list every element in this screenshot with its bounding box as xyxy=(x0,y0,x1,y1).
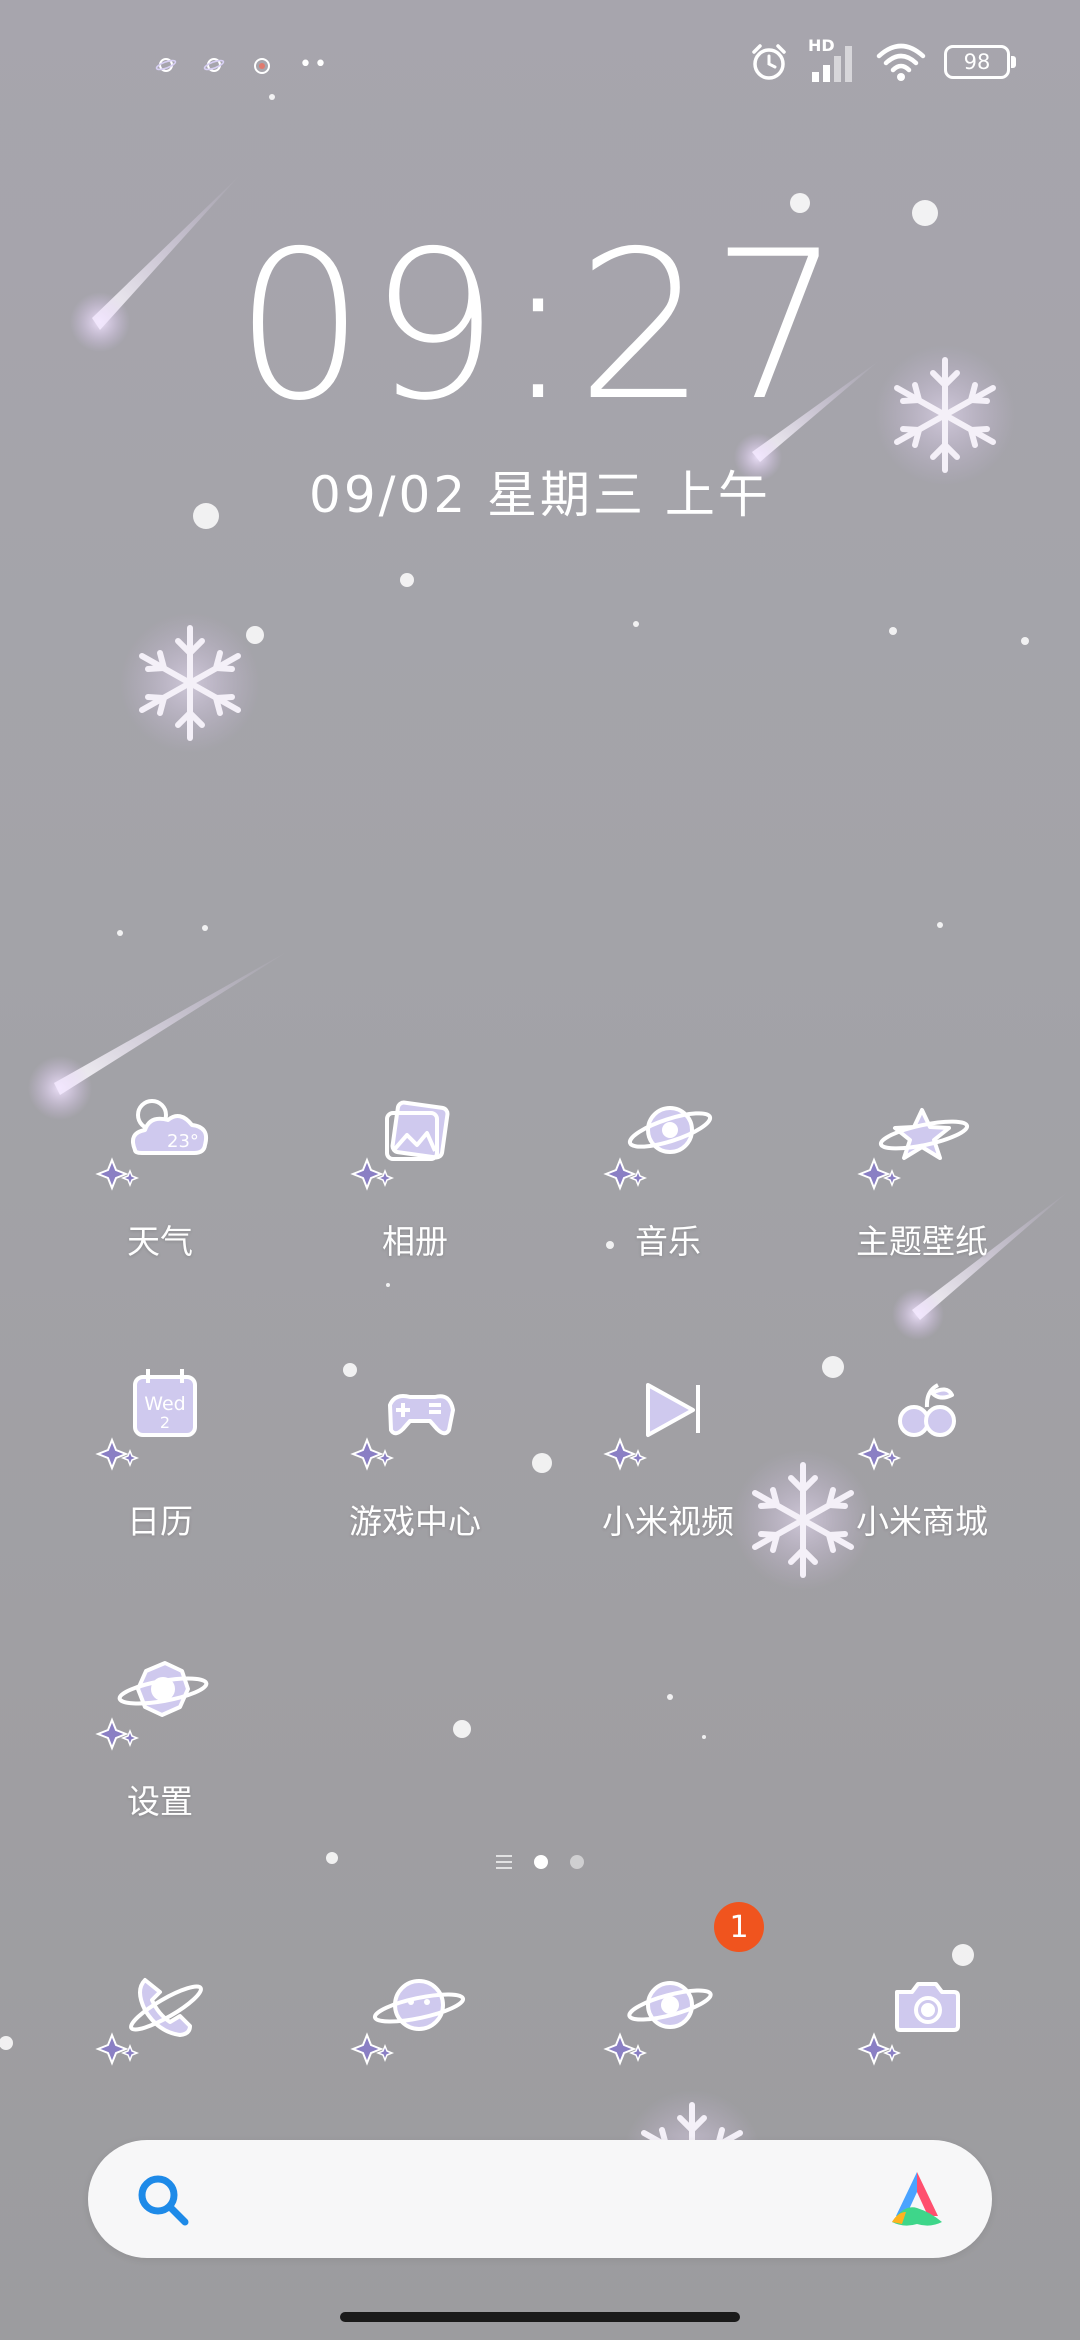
app-settings[interactable]: 设置 xyxy=(60,1635,260,1823)
status-bar: •• HD 98 xyxy=(0,0,1080,130)
app-themes[interactable]: 主题壁纸 xyxy=(822,1075,1022,1263)
home-indicator[interactable] xyxy=(340,2312,740,2322)
dock-browser[interactable] xyxy=(568,1950,768,2070)
snowflake-decoration xyxy=(120,613,260,753)
settings-icon xyxy=(95,1661,209,1751)
calendar-icon: Wed 2 xyxy=(95,1369,197,1471)
clock-time: 09:27 xyxy=(234,208,846,446)
dock-phone[interactable] xyxy=(60,1950,260,2070)
page-dot[interactable] xyxy=(570,1855,584,1869)
app-label: 主题壁纸 xyxy=(856,1222,988,1261)
alarm-icon xyxy=(752,44,786,80)
app-label: 游戏中心 xyxy=(349,1502,481,1541)
battery-icon: 98 xyxy=(944,45,1016,79)
cellular-signal: HD xyxy=(808,36,858,84)
game-center-icon xyxy=(350,1394,455,1471)
app-mi-store[interactable]: 小米商城 xyxy=(822,1355,1022,1543)
search-button[interactable] xyxy=(133,2170,193,2230)
status-right: HD 98 xyxy=(748,36,1016,84)
weather-icon: 23° xyxy=(95,1099,209,1191)
themes-icon xyxy=(857,1108,970,1191)
signal-icon xyxy=(812,46,852,82)
mi-store-icon xyxy=(857,1383,956,1471)
page-dot-active[interactable] xyxy=(534,1855,548,1869)
weather-icon-temp: 23° xyxy=(167,1131,199,1152)
app-label: 设置 xyxy=(127,1782,193,1821)
calendar-icon-day: Wed xyxy=(144,1393,185,1415)
music-icon xyxy=(603,1106,713,1191)
app-drawer-indicator-icon[interactable] xyxy=(496,1855,512,1869)
search-bar[interactable] xyxy=(88,2140,992,2258)
calendar-icon-date: 2 xyxy=(160,1413,170,1432)
app-label: 天气 xyxy=(127,1222,193,1261)
app-music[interactable]: 音乐 xyxy=(568,1075,768,1263)
app-label: 日历 xyxy=(127,1502,193,1541)
app-label: 音乐 xyxy=(635,1222,701,1261)
dock-messages[interactable] xyxy=(315,1950,515,2070)
phone-icon xyxy=(95,1978,203,2066)
app-label: 相册 xyxy=(382,1222,448,1261)
wifi-icon xyxy=(876,43,926,81)
page-indicator[interactable] xyxy=(0,1855,1080,1869)
xiaoai-assistant-icon xyxy=(892,2172,942,2226)
messages-icon xyxy=(350,1979,466,2066)
dock-camera[interactable] xyxy=(822,1950,1022,2070)
search-icon xyxy=(138,2175,189,2226)
app-video[interactable]: 小米视频 xyxy=(568,1355,768,1543)
notification-badge: 1 xyxy=(714,1902,764,1952)
app-calendar[interactable]: Wed 2 日历 xyxy=(60,1355,260,1543)
app-weather[interactable]: 23° 天气 xyxy=(60,1075,260,1263)
more-notifications-indicator: •• xyxy=(299,52,329,77)
planet-notification-icon xyxy=(203,57,225,72)
app-notification-icon xyxy=(254,57,270,74)
assistant-button[interactable] xyxy=(884,2166,950,2232)
clock-date: 09/02 星期三 上午 xyxy=(309,466,771,524)
planet-notification-icon xyxy=(155,57,177,72)
video-icon xyxy=(603,1383,700,1471)
battery-level: 98 xyxy=(963,50,991,74)
gallery-icon xyxy=(350,1100,450,1191)
app-game-center[interactable]: 游戏中心 xyxy=(315,1355,515,1543)
app-label: 小米商城 xyxy=(856,1502,988,1541)
app-gallery[interactable]: 相册 xyxy=(315,1075,515,1263)
camera-icon xyxy=(857,1982,960,2066)
notification-icons: •• xyxy=(155,52,329,77)
browser-icon xyxy=(603,1981,713,2066)
app-label: 小米视频 xyxy=(602,1502,734,1541)
